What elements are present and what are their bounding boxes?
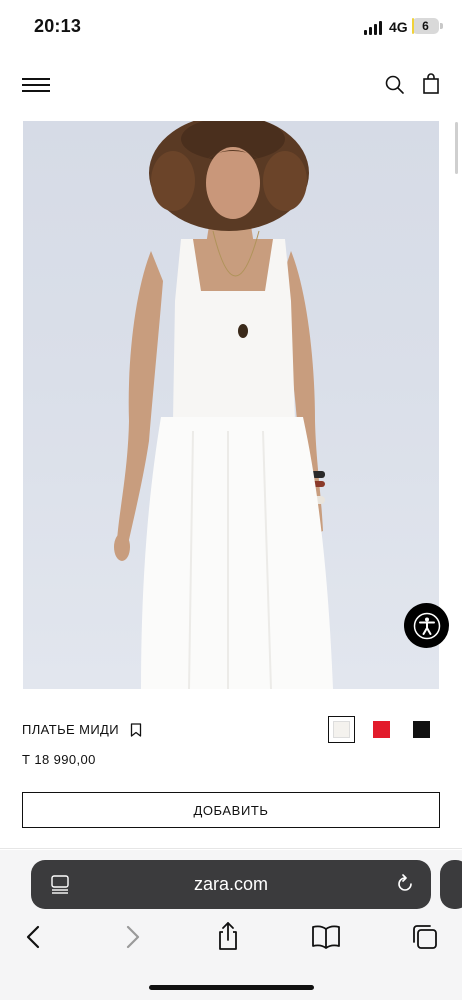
forward-icon[interactable] <box>118 923 146 951</box>
product-price: Т 18 990,00 <box>22 752 96 767</box>
signal-strength-icon <box>364 21 384 35</box>
address-bar[interactable]: zara.com <box>31 860 431 909</box>
product-photo[interactable] <box>23 121 439 689</box>
reload-icon[interactable] <box>395 874 415 894</box>
tabs-icon[interactable] <box>411 923 439 951</box>
battery-level: 6 <box>422 19 429 33</box>
color-swatch-white[interactable] <box>328 716 355 743</box>
battery-fill <box>412 18 414 34</box>
color-swatch-white-fill <box>333 721 350 738</box>
home-indicator[interactable] <box>149 985 314 990</box>
network-type: 4G <box>389 19 408 35</box>
status-time: 20:13 <box>34 16 82 36</box>
bookmark-icon[interactable] <box>130 723 142 737</box>
share-icon[interactable] <box>214 921 242 950</box>
scroll-indicator[interactable] <box>455 122 458 174</box>
accessibility-icon <box>413 612 440 639</box>
shopping-bag-icon[interactable] <box>420 73 442 95</box>
bookmarks-icon[interactable] <box>311 924 340 952</box>
url-text[interactable]: zara.com <box>31 860 431 909</box>
color-swatch-red[interactable] <box>373 721 390 738</box>
product-name: ПЛАТЬЕ МИДИ <box>22 722 120 737</box>
battery-nub <box>440 23 443 29</box>
battery-icon: 6 <box>412 18 439 34</box>
hamburger-menu-icon[interactable] <box>22 78 50 92</box>
color-swatch-black[interactable] <box>413 721 430 738</box>
add-to-cart-button[interactable]: ДОБАВИТЬ <box>22 792 440 828</box>
divider <box>0 848 462 849</box>
back-icon[interactable] <box>20 923 48 951</box>
next-tab-preview[interactable] <box>440 860 462 909</box>
search-icon[interactable] <box>384 74 406 96</box>
accessibility-button[interactable] <box>404 603 449 648</box>
